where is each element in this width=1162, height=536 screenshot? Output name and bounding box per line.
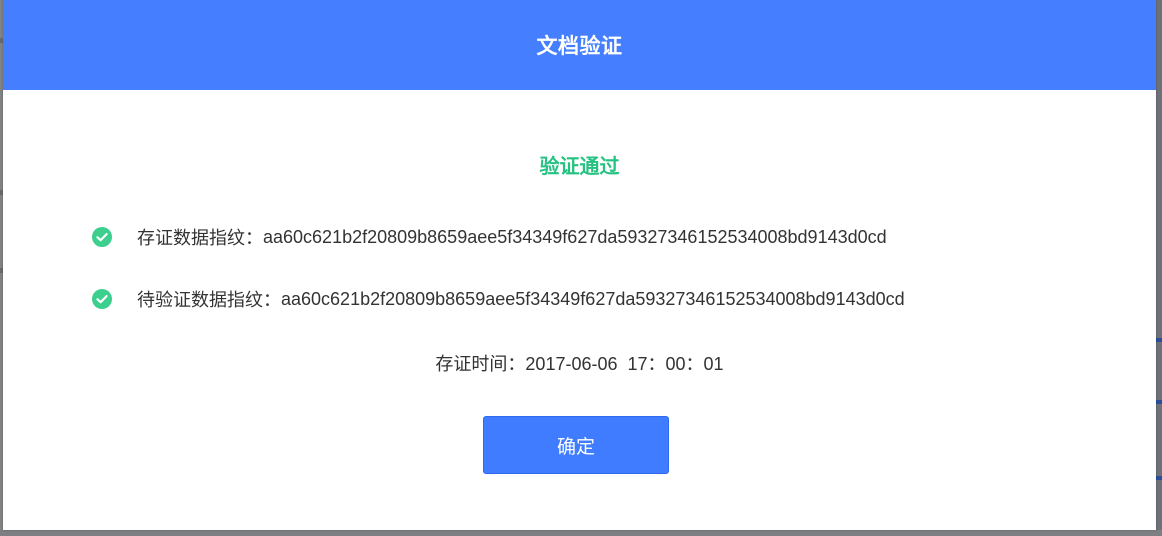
- timestamp-label: 存证时间：: [435, 354, 526, 374]
- pending-fingerprint-label: 待验证数据指纹：: [137, 290, 281, 310]
- check-circle-icon: [92, 289, 112, 309]
- background-mark: [1156, 338, 1162, 342]
- stored-fingerprint-row: 存证数据指纹： aa60c621b2f20809b8659aee5f34349f…: [92, 224, 887, 250]
- verification-result: 验证通过: [539, 156, 620, 178]
- dialog-title: 文档验证: [536, 35, 623, 58]
- dialog-body: 验证通过 存证数据指纹： aa60c621b2f20809b8659aee5f3…: [3, 90, 1156, 530]
- background-mark: [1156, 476, 1162, 480]
- stored-fingerprint-label: 存证数据指纹：: [137, 228, 263, 248]
- timestamp-value: 2017-06-06 17：00：01: [525, 354, 724, 374]
- timestamp-row: 存证时间：2017-06-06 17：00：01: [3, 350, 1156, 376]
- pending-fingerprint-row: 待验证数据指纹： aa60c621b2f20809b8659aee5f34349…: [92, 286, 905, 312]
- background-page-right-edge: [1156, 0, 1162, 536]
- background-mark: [1156, 400, 1162, 404]
- background-page-bottom-edge: [0, 530, 1162, 536]
- pending-fingerprint-value: aa60c621b2f20809b8659aee5f34349f627da593…: [281, 288, 905, 309]
- verification-dialog: 文档验证 验证通过 存证数据指纹： aa60c621b2f20809b8659a…: [3, 0, 1156, 530]
- dialog-header: 文档验证: [3, 0, 1156, 90]
- confirm-button[interactable]: 确定: [483, 416, 669, 474]
- check-circle-icon: [92, 227, 112, 247]
- stored-fingerprint-value: aa60c621b2f20809b8659aee5f34349f627da593…: [263, 226, 887, 247]
